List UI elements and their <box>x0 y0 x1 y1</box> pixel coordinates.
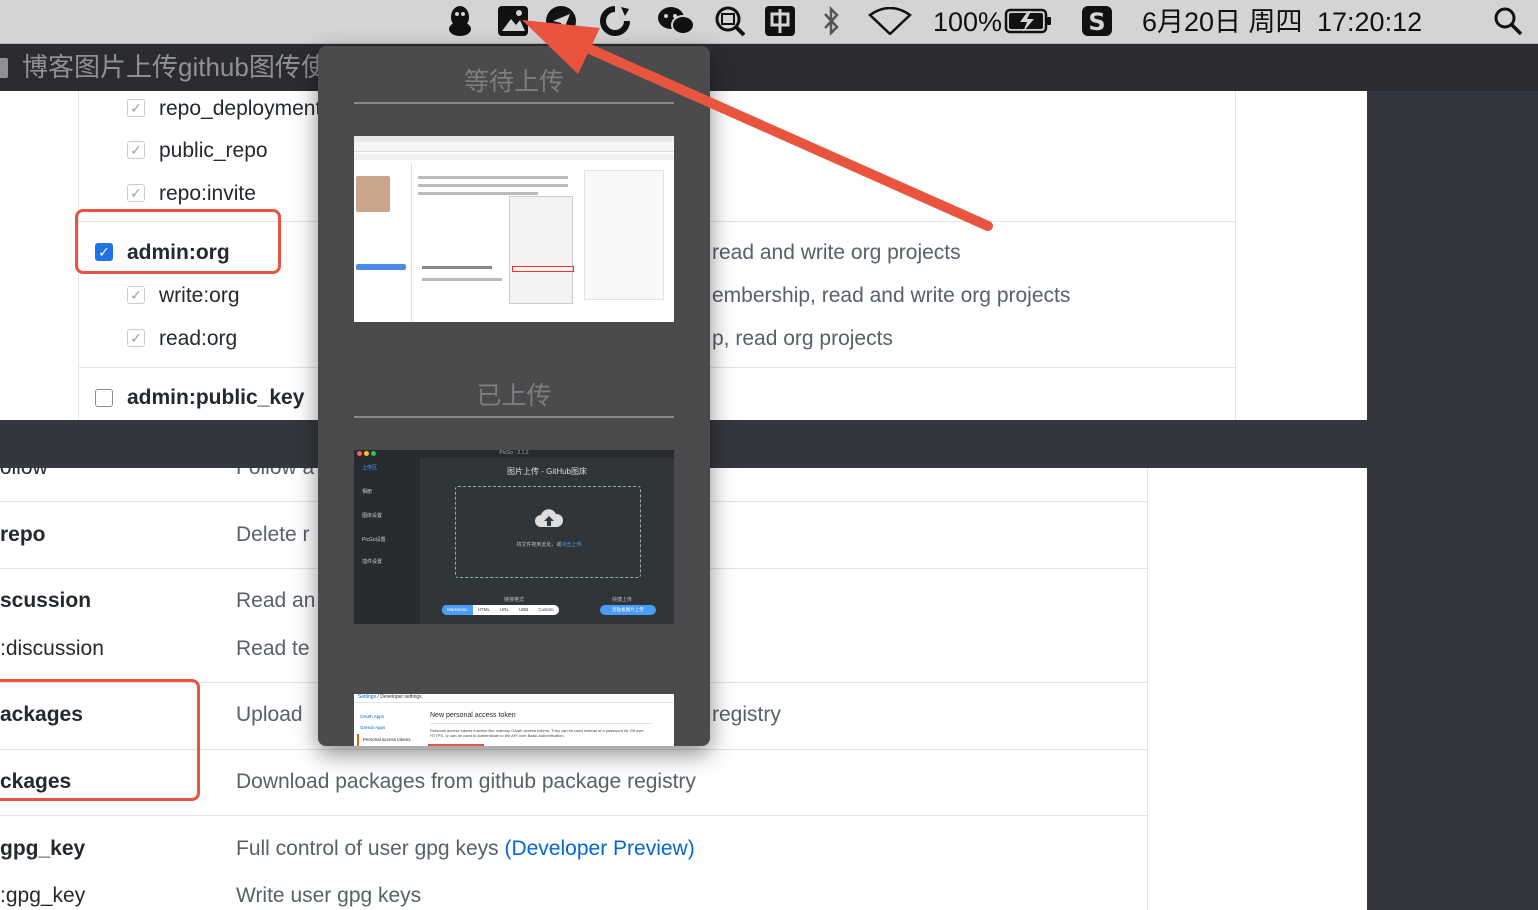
annotation-arrow <box>522 20 993 231</box>
